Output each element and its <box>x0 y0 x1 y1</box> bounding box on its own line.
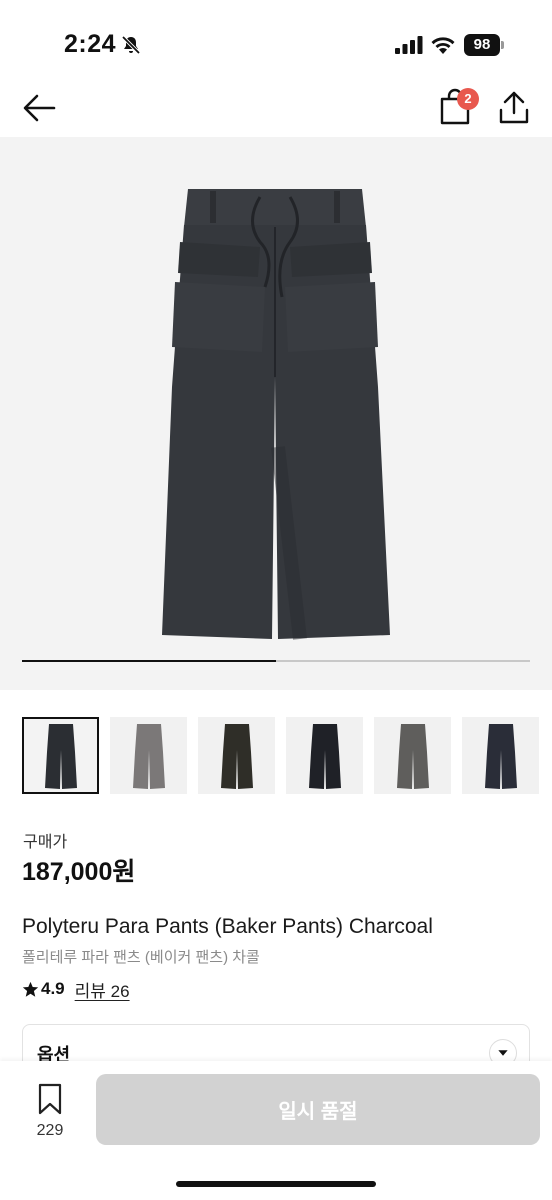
home-indicator <box>176 1181 376 1187</box>
review-link[interactable]: 리뷰 26 <box>75 977 130 1002</box>
thumbnail-pants-image <box>484 723 517 789</box>
bell-muted-icon <box>121 35 141 55</box>
thumbnail-pants-image <box>220 723 253 789</box>
price-label: 구매가 <box>23 834 68 851</box>
price-value: 187,000원 <box>22 858 136 886</box>
thumbnail-pants-image <box>132 723 165 789</box>
thumbnail-2[interactable] <box>110 717 187 794</box>
thumbnail-pants-image <box>308 723 341 789</box>
product-image <box>162 189 390 640</box>
status-time: 2:24 <box>64 30 117 58</box>
product-title: Polyteru Para Pants (Baker Pants) Charco… <box>22 915 433 938</box>
arrow-left-icon[interactable] <box>20 88 60 128</box>
product-subtitle: 폴리테루 파라 팬츠 (베이커 팬츠) 차콜 <box>22 949 260 966</box>
thumbnail-4[interactable] <box>286 717 363 794</box>
bookmark-button[interactable]: 229 <box>30 1083 70 1153</box>
carousel-progress <box>22 660 530 662</box>
wifi-icon <box>431 37 455 54</box>
star-icon <box>22 981 39 997</box>
thumbnail-3[interactable] <box>198 717 275 794</box>
share-icon[interactable] <box>494 88 534 128</box>
thumbnail-pants-image <box>396 723 429 789</box>
bottom-action-bar: 229 일시 품절 <box>0 1061 552 1200</box>
thumbnail-5[interactable] <box>374 717 451 794</box>
sold-out-button[interactable]: 일시 품절 <box>96 1074 540 1145</box>
thumbnail-6[interactable] <box>462 717 539 794</box>
thumbnail-1[interactable] <box>22 717 99 794</box>
thumbnail-pants-image <box>44 723 77 789</box>
bookmark-count: 229 <box>36 1122 64 1139</box>
cart-count-badge: 2 <box>457 88 479 110</box>
battery-level: 98 <box>464 34 500 56</box>
status-bar: 2:24 98 <box>0 0 552 80</box>
battery-icon: 98 <box>464 34 504 56</box>
rating-row: 4.9 리뷰 26 <box>22 977 130 1001</box>
carousel-progress-fill <box>22 660 276 662</box>
thumbnail-strip <box>22 717 552 795</box>
bookmark-icon <box>38 1083 62 1115</box>
cellular-signal-icon <box>395 36 423 54</box>
rating-value: 4.9 <box>41 979 65 998</box>
product-image-carousel[interactable] <box>0 137 552 690</box>
